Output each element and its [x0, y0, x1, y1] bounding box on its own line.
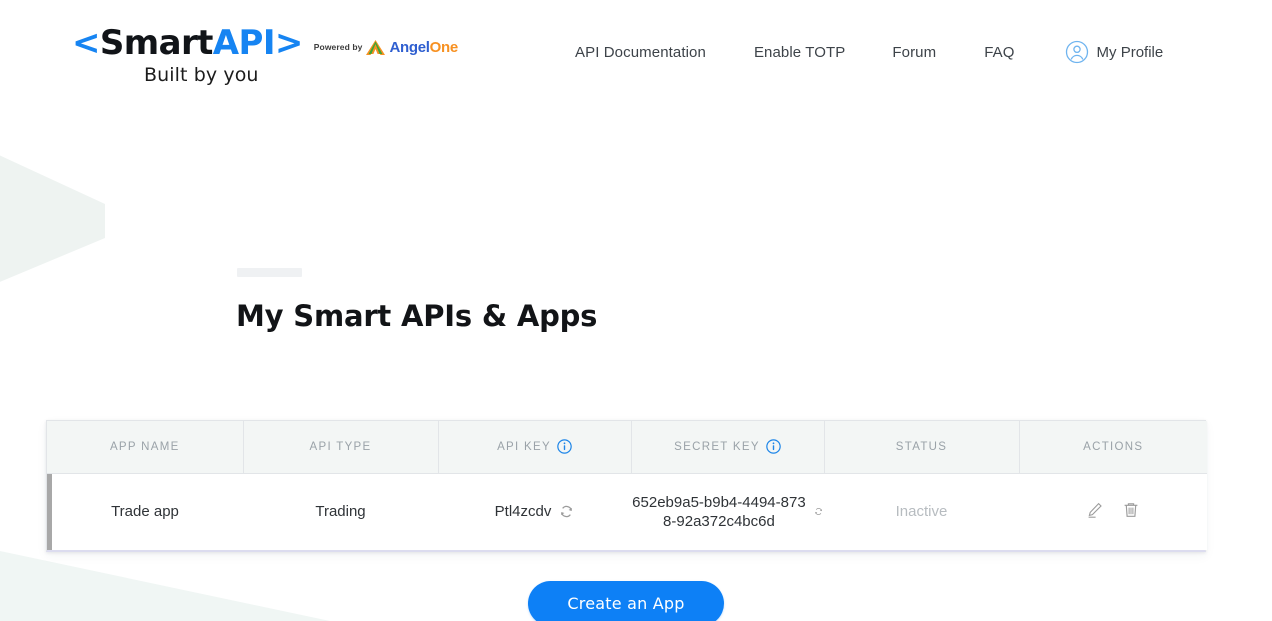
nav-my-profile[interactable]: My Profile	[1065, 40, 1164, 64]
api-key-info-icon[interactable]	[557, 439, 572, 455]
column-header-actions: ACTIONS	[1019, 421, 1207, 474]
powered-by-label: Powered by	[313, 42, 363, 52]
cell-api-type: Trading	[243, 473, 438, 550]
powered-by-angelone: Powered by AngelOne	[314, 39, 458, 56]
brand-logo[interactable]: <SmartAPI> Powered by AngelOne Built by …	[72, 26, 472, 86]
page-title: My Smart APIs & Apps	[236, 299, 598, 334]
column-header-secret-key: SECRET KEY	[631, 421, 825, 474]
smartapi-wordmark: <SmartAPI>	[72, 26, 303, 60]
delete-app-button[interactable]	[1122, 501, 1140, 519]
brand-tagline: Built by you	[144, 64, 259, 86]
column-header-actions-label: ACTIONS	[1083, 440, 1144, 453]
edit-app-button[interactable]	[1086, 501, 1104, 519]
nav-enable-totp[interactable]: Enable TOTP	[754, 44, 892, 61]
app-page: <SmartAPI> Powered by AngelOne Built by …	[0, 0, 1272, 621]
regenerate-secret-key-sync-icon[interactable]	[814, 504, 823, 519]
site-header: <SmartAPI> Powered by AngelOne Built by …	[0, 0, 1272, 102]
create-an-app-button[interactable]: Create an App	[528, 581, 724, 621]
column-header-secret-key-inner: SECRET KEY	[674, 439, 781, 455]
api-key-value-wrap: Ptl4zcdv	[495, 503, 575, 520]
logo-angle-open: <	[72, 23, 100, 63]
apps-table-head: APP NAME API TYPE API KEY SECRET KEY STA…	[47, 421, 1207, 474]
cell-status: Inactive	[824, 473, 1019, 550]
secret-key-value-wrap: 652eb9a5-b9b4-4494-8738-92a372c4bc6d	[632, 493, 823, 531]
user-circle-icon	[1065, 40, 1088, 64]
apps-table: APP NAME API TYPE API KEY SECRET KEY STA…	[47, 421, 1207, 550]
status-badge: Inactive	[895, 503, 948, 521]
row-left-accent-bar[interactable]	[47, 474, 52, 550]
cell-api-key: Ptl4zcdv	[438, 473, 631, 550]
regenerate-api-key-sync-icon[interactable]	[559, 504, 574, 519]
nav-my-profile-label: My Profile	[1096, 43, 1164, 61]
column-header-secret-key-label: SECRET KEY	[674, 440, 760, 453]
title-placeholder-bar	[237, 268, 302, 277]
logo-smart-text: Smart	[99, 23, 213, 63]
angelone-angel-text: Angel	[389, 38, 430, 56]
cell-secret-key: 652eb9a5-b9b4-4494-8738-92a372c4bc6d	[631, 473, 824, 550]
angelone-wordmark: AngelOne	[389, 38, 459, 56]
column-header-api-key-inner: API KEY	[497, 439, 572, 455]
apps-table-header-row: APP NAME API TYPE API KEY SECRET KEY STA…	[47, 421, 1207, 474]
column-header-api-key: API KEY	[438, 421, 632, 474]
nav-forum[interactable]: Forum	[892, 44, 984, 61]
column-header-status: STATUS	[824, 421, 1020, 474]
column-header-app-name-label: APP NAME	[109, 440, 180, 453]
pencil-icon	[1088, 502, 1102, 518]
angelone-one-text: One	[429, 38, 459, 56]
main-navigation: API Documentation Enable TOTP Forum FAQ …	[575, 40, 1163, 64]
api-key-value: Ptl4zcdv	[494, 503, 552, 521]
apps-table-container: APP NAME API TYPE API KEY SECRET KEY STA…	[46, 420, 1207, 552]
column-header-app-name: APP NAME	[47, 421, 244, 474]
column-header-api-type-inner: API TYPE	[310, 441, 372, 453]
column-header-app-name-inner: APP NAME	[110, 441, 180, 453]
column-header-api-key-label: API KEY	[497, 440, 551, 453]
column-header-status-inner: STATUS	[896, 441, 947, 453]
column-header-api-type: API TYPE	[243, 421, 439, 474]
chevron-watermark	[0, 155, 105, 282]
angelone-mountain-icon	[366, 39, 386, 55]
secret-key-info-icon[interactable]	[766, 439, 781, 455]
logo-row: <SmartAPI> Powered by AngelOne	[72, 26, 472, 60]
column-header-api-type-label: API TYPE	[309, 440, 372, 453]
cell-app-name: Trade app	[47, 473, 243, 550]
cell-actions	[1019, 473, 1207, 550]
column-header-actions-inner: ACTIONS	[1083, 441, 1143, 453]
nav-faq[interactable]: FAQ	[984, 44, 1064, 61]
apps-table-body: Trade app Trading Ptl4zcdv 652eb9a5-b9b4…	[47, 473, 1207, 550]
row-actions	[1086, 501, 1140, 519]
column-header-status-label: STATUS	[895, 440, 948, 453]
secret-key-value: 652eb9a5-b9b4-4494-8738-92a372c4bc6d	[632, 493, 806, 530]
table-row[interactable]: Trade app Trading Ptl4zcdv 652eb9a5-b9b4…	[47, 473, 1207, 550]
nav-api-documentation[interactable]: API Documentation	[575, 44, 754, 61]
logo-api-text: API	[212, 23, 276, 63]
trash-icon	[1124, 502, 1138, 517]
logo-angle-close: >	[274, 23, 303, 63]
